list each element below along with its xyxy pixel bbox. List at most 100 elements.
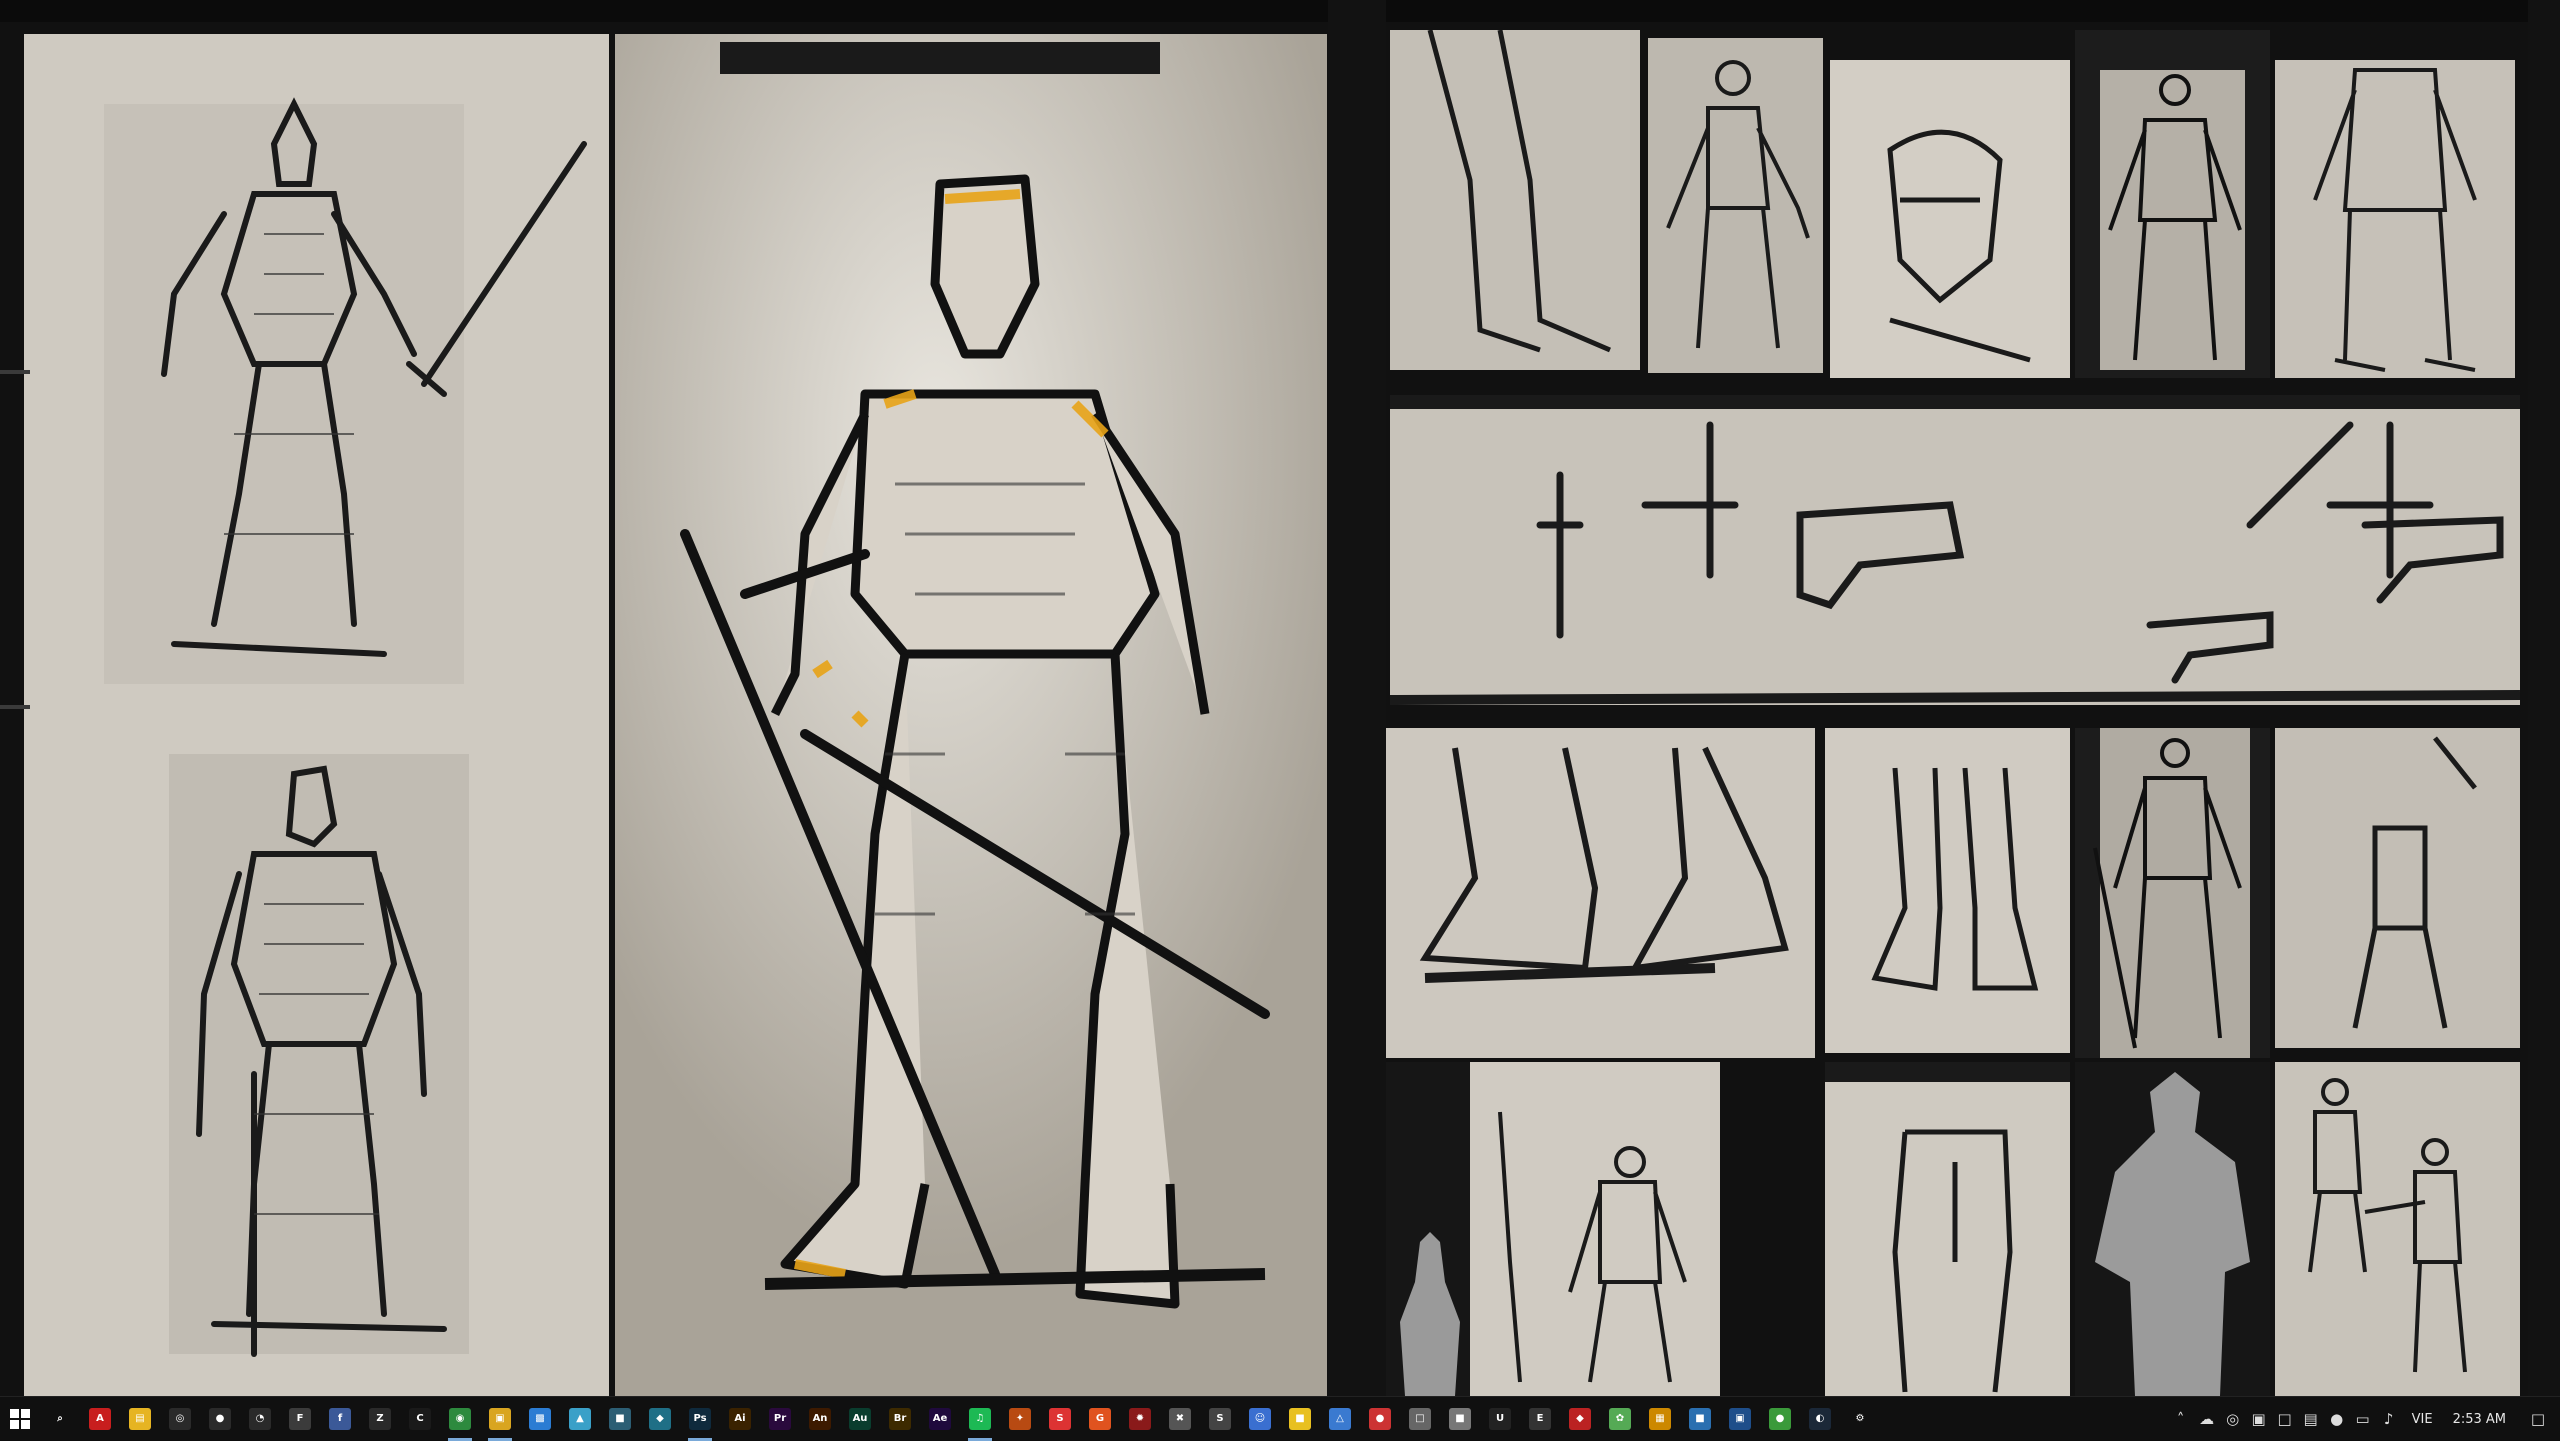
green-app-icon: ● [1769,1407,1791,1430]
audition-icon: Au [849,1407,871,1430]
sketch-two-figures-panel [2275,1062,2520,1396]
sketch-legs-walk-panel [2275,728,2520,1048]
taskbar-app-app-gray[interactable]: □ [1400,1397,1440,1441]
sketch-boots-panel [1385,728,1815,1058]
taskbar-app-spotify[interactable]: ♫ [960,1397,1000,1441]
acrobat-icon: A [89,1407,111,1430]
taskbar-app-search[interactable]: ⌕ [40,1397,80,1441]
taskbar-app-app-multi[interactable]: ▦ [1640,1397,1680,1441]
left-sketch-column [24,34,609,1396]
box-icon: □ [1409,1407,1431,1430]
app-tray3-icon[interactable]: □ [2272,1397,2298,1441]
app-tray2-icon[interactable]: ▣ [2246,1397,2272,1441]
network-icon[interactable]: ▭ [2350,1397,2376,1441]
bridge-icon: Br [889,1407,911,1430]
clock[interactable]: 2:53 AM [2443,1412,2516,1427]
cloud-icon: ■ [1689,1407,1711,1430]
taskbar-app-app-yellow[interactable]: ■ [1280,1397,1320,1441]
taskbar-app-sketch[interactable]: ◆ [640,1397,680,1441]
taskbar-app-xd[interactable]: ■ [600,1397,640,1441]
taskbar-app-folder[interactable]: ▣ [480,1397,520,1441]
taskbar-app-unreal[interactable]: U [1480,1397,1520,1441]
taskbar-app-chrome-alt[interactable]: ◔ [240,1397,280,1441]
taskbar-app-epic[interactable]: E [1520,1397,1560,1441]
taskbar-app-file-explorer[interactable]: ▤ [120,1397,160,1441]
tray-icons: ˄ ☁ ◎ ▣ □ ▤ ● ▭ ♪ [2168,1397,2402,1441]
taskbar-app-audition[interactable]: Au [840,1397,880,1441]
app-tray1-icon[interactable]: ◎ [2220,1397,2246,1441]
taskbar-app-photoshop[interactable]: Ps [680,1397,720,1441]
left-sketches-drawing [24,34,609,1396]
taskbar-app-zbrush[interactable]: Z [360,1397,400,1441]
taskbar-app-acrobat[interactable]: A [80,1397,120,1441]
red-circle-icon: ● [1369,1407,1391,1430]
taskbar-app-app-s[interactable]: S [1040,1397,1080,1441]
onedrive-icon[interactable]: ☁ [2194,1397,2220,1441]
obs-icon: ◎ [169,1407,191,1430]
taskbar-app-bridge[interactable]: Br [880,1397,920,1441]
blue-app-icon: ▣ [1729,1407,1751,1430]
start-button[interactable] [0,1397,40,1441]
taskbar-app-app-red2[interactable]: ✹ [1120,1397,1160,1441]
taskbar-app-app-s2[interactable]: S [1200,1397,1240,1441]
taskbar-app-animate[interactable]: An [800,1397,840,1441]
taskbar-app-obs[interactable]: ◎ [160,1397,200,1441]
sketch-icon: ◆ [649,1407,671,1430]
app-tray4-icon[interactable]: ▤ [2298,1397,2324,1441]
volume-icon[interactable]: ♪ [2376,1397,2402,1441]
taskbar-app-steam[interactable]: ◐ [1800,1397,1840,1441]
taskbar-app-app-red[interactable]: ● [200,1397,240,1441]
taskbar-app-after-effects[interactable]: Ae [920,1397,960,1441]
red-app-icon: ✹ [1129,1407,1151,1430]
after-effects-icon: Ae [929,1407,951,1430]
taskbar-app-premiere[interactable]: Pr [760,1397,800,1441]
taskbar-app-fusion[interactable]: F [280,1397,320,1441]
s-icon: S [1049,1407,1071,1430]
taskbar-app-game[interactable]: ✦ [1000,1397,1040,1441]
sketch-boots2-panel [1825,728,2070,1053]
ghost-icon: ☺ [1249,1407,1271,1430]
sketch-pants-panel [1825,1062,2070,1396]
taskbar-app-paint[interactable]: ▲ [560,1397,600,1441]
taskbar-app-app-shield2[interactable]: ◆ [1560,1397,1600,1441]
illustrator-icon: Ai [729,1407,751,1430]
app-tray5-icon[interactable]: ● [2324,1397,2350,1441]
spotify-icon: ♫ [969,1407,991,1430]
system-tray: ˄ ☁ ◎ ▣ □ ▤ ● ▭ ♪ VIE 2:53 AM □ [2168,1397,2560,1441]
language-indicator[interactable]: VIE [2402,1412,2443,1427]
taskbar-app-settings[interactable]: ⚙ [1840,1397,1880,1441]
record-icon: ● [209,1407,231,1430]
top-strip [0,0,2560,22]
taskbar-app-app-map[interactable]: △ [1320,1397,1360,1441]
cinema-icon: C [409,1407,431,1430]
taskbar-app-app-shield[interactable]: G [1080,1397,1120,1441]
sketch-figure-dark-panel [2075,30,2270,378]
taskbar-app-photos[interactable]: ▩ [520,1397,560,1441]
taskbar-app-app-color[interactable]: ✿ [1600,1397,1640,1441]
taskbar-app-app-x[interactable]: ✖ [1160,1397,1200,1441]
taskbar-app-app-cloud[interactable]: ■ [1680,1397,1720,1441]
weapons-sketch-panel [1390,395,2520,705]
notes-icon: ■ [1289,1407,1311,1430]
multi-icon: ▦ [1649,1407,1671,1430]
epic-icon: E [1529,1407,1551,1430]
taskbar-app-cinema[interactable]: C [400,1397,440,1441]
taskbar-app-app-ghost[interactable]: ☺ [1240,1397,1280,1441]
frame-line [0,370,30,374]
silhouette-large-panel [2075,1062,2270,1396]
taskbar-app-app-green[interactable]: ● [1760,1397,1800,1441]
fusion-icon: F [289,1407,311,1430]
chevron-up-icon[interactable]: ˄ [2168,1397,2194,1441]
notification-icon[interactable]: □ [2516,1397,2560,1441]
taskbar-app-app-red3[interactable]: ● [1360,1397,1400,1441]
search-icon: ⌕ [49,1407,71,1430]
sketch-figure-sword-panel [2075,728,2270,1058]
game-icon: ✦ [1009,1407,1031,1430]
taskbar-app-app-blue[interactable]: ▣ [1720,1397,1760,1441]
taskbar-app-app-gray2[interactable]: ■ [1440,1397,1480,1441]
taskbar-app-illustrator[interactable]: Ai [720,1397,760,1441]
photoshop-icon: Ps [689,1407,711,1430]
taskbar-app-chrome[interactable]: ◉ [440,1397,480,1441]
taskbar-app-facebook[interactable]: f [320,1397,360,1441]
animate-icon: An [809,1407,831,1430]
